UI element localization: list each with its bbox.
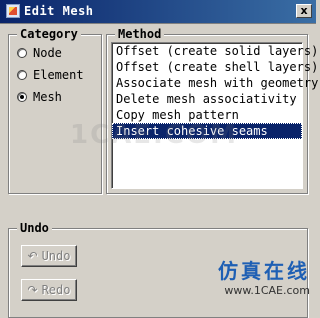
redo-arrow-icon: ↷	[27, 283, 38, 297]
watermark-center: 1CAE.COM	[70, 120, 238, 150]
radio-mesh-indicator[interactable]	[17, 92, 27, 102]
category-group: Category Node Element Mesh	[8, 27, 102, 194]
title-bar[interactable]: Edit Mesh x	[0, 0, 316, 24]
radio-node-label: Node	[33, 46, 62, 60]
undo-button[interactable]: ↶ Undo	[21, 245, 77, 267]
close-button[interactable]: x	[296, 4, 312, 18]
method-item-delete-associativity[interactable]: Delete mesh associativity	[112, 91, 302, 107]
radio-element-label: Element	[33, 68, 84, 82]
undo-arrow-icon: ↶	[27, 249, 38, 263]
radio-node[interactable]: Node	[17, 45, 62, 61]
undo-label: Undo	[17, 221, 52, 235]
watermark-brand: 仿真在线 www.1CAE.com	[218, 255, 310, 297]
redo-button-label: Redo	[41, 283, 71, 297]
method-item-associate-mesh[interactable]: Associate mesh with geometry	[112, 75, 318, 91]
radio-element[interactable]: Element	[17, 67, 84, 83]
window-title: Edit Mesh	[24, 4, 94, 18]
radio-element-indicator[interactable]	[17, 70, 27, 80]
watermark-brand-text: 仿真在线	[218, 259, 310, 283]
category-label: Category	[17, 27, 81, 41]
radio-mesh[interactable]: Mesh	[17, 89, 62, 105]
method-listbox[interactable]: Offset (create solid layers) Offset (cre…	[111, 42, 318, 189]
app-icon	[6, 4, 20, 18]
radio-node-indicator[interactable]	[17, 48, 27, 58]
method-label: Method	[115, 27, 165, 41]
method-group: Method Offset (create solid layers) Offs…	[106, 27, 318, 194]
method-item-offset-shell[interactable]: Offset (create shell layers)	[112, 59, 318, 75]
watermark-url: www.1CAE.com	[224, 284, 310, 297]
undo-button-label: Undo	[41, 249, 71, 263]
method-item-offset-solid[interactable]: Offset (create solid layers)	[112, 43, 318, 59]
radio-mesh-label: Mesh	[33, 90, 62, 104]
redo-button[interactable]: ↷ Redo	[21, 279, 77, 301]
